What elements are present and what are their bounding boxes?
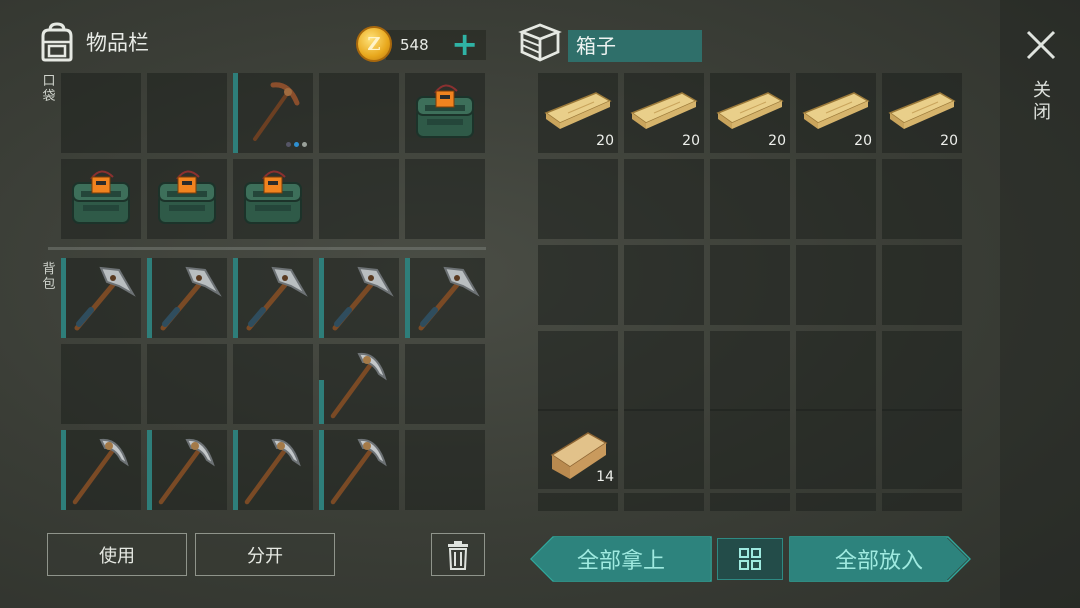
backpack-slot[interactable] [61,430,141,510]
sort-button[interactable] [717,538,783,580]
box-slot[interactable]: 20 [710,73,790,153]
box-slot[interactable] [538,331,618,411]
backpack-slot[interactable] [319,258,399,338]
pocket-label: 口袋 [42,74,56,104]
backpack-slot[interactable] [319,344,399,424]
box-slot[interactable] [624,159,704,239]
pocket-slot[interactable] [61,73,141,153]
backpack-slot[interactable] [233,258,313,338]
box-slot[interactable] [882,331,962,411]
inventory-header: 物品栏 [38,22,149,62]
inventory-title: 物品栏 [86,31,149,55]
box-slot-partial[interactable] [882,493,962,511]
grid-sort-icon [739,548,761,570]
split-button[interactable]: 分开 [195,533,335,576]
pocket-slot[interactable] [233,73,313,153]
pocket-slot[interactable] [233,159,313,239]
box-slot[interactable] [796,409,876,489]
coin-balance: 548 + [386,28,486,60]
section-divider [48,247,486,250]
item-count: 20 [940,133,958,149]
durability-dots [286,142,307,147]
box-slot[interactable] [624,409,704,489]
box-slot-partial[interactable] [710,493,790,511]
trash-button[interactable] [431,533,485,576]
close-icon[interactable] [1022,26,1060,64]
pocket-slot[interactable] [61,159,141,239]
backpack-slot[interactable] [147,430,227,510]
box-slot[interactable] [624,331,704,411]
box-slot[interactable] [882,245,962,325]
box-slot[interactable] [882,409,962,489]
box-slot-partial[interactable] [624,493,704,511]
box-slot[interactable]: 20 [882,73,962,153]
crate-icon [518,23,562,62]
backpack-slot[interactable] [61,258,141,338]
box-slot[interactable] [796,159,876,239]
backpack-slot[interactable] [405,430,485,510]
box-title[interactable]: 箱子 [568,30,702,62]
backpack-slot[interactable] [405,258,485,338]
item-count: 20 [596,133,614,149]
box-slot-partial[interactable] [796,493,876,511]
close-label[interactable]: 关闭 [1030,80,1054,124]
backpack-slot[interactable] [147,258,227,338]
backpack-slot[interactable] [233,430,313,510]
box-slot[interactable] [538,159,618,239]
box-slot[interactable] [538,245,618,325]
box-slot[interactable]: 14 [538,409,618,489]
item-count: 14 [596,469,614,485]
box-slot[interactable]: 20 [624,73,704,153]
use-button[interactable]: 使用 [47,533,187,576]
item-count: 20 [682,133,700,149]
box-slot[interactable] [710,159,790,239]
take-all-button[interactable]: 全部拿上 [532,537,710,581]
coin-icon: Z [356,26,392,62]
pocket-slot[interactable] [405,73,485,153]
backpack-label: 背包 [42,262,56,292]
pocket-slot[interactable] [319,159,399,239]
box-slot[interactable] [710,245,790,325]
put-all-button[interactable]: 全部放入 [790,537,968,581]
backpack-slot[interactable] [147,344,227,424]
box-header-icon [518,22,562,66]
box-slot[interactable] [796,245,876,325]
box-slot[interactable] [710,409,790,489]
backpack-icon [41,22,73,62]
backpack-slot[interactable] [319,430,399,510]
trash-icon [448,540,468,570]
backpack-slot[interactable] [233,344,313,424]
pocket-slot[interactable] [319,73,399,153]
pocket-slot[interactable] [147,159,227,239]
box-slot[interactable] [710,331,790,411]
box-slot[interactable] [796,331,876,411]
item-count: 20 [854,133,872,149]
item-count: 20 [768,133,786,149]
pocket-slot[interactable] [405,159,485,239]
box-slot[interactable]: 20 [796,73,876,153]
pocket-slot[interactable] [147,73,227,153]
backpack-slot[interactable] [405,344,485,424]
box-slot[interactable] [624,245,704,325]
box-slot[interactable]: 20 [538,73,618,153]
box-slot[interactable] [882,159,962,239]
add-coins-button[interactable]: + [451,28,478,60]
coin-amount: 548 [400,36,429,54]
backpack-slot[interactable] [61,344,141,424]
box-slot-partial[interactable] [538,493,618,511]
